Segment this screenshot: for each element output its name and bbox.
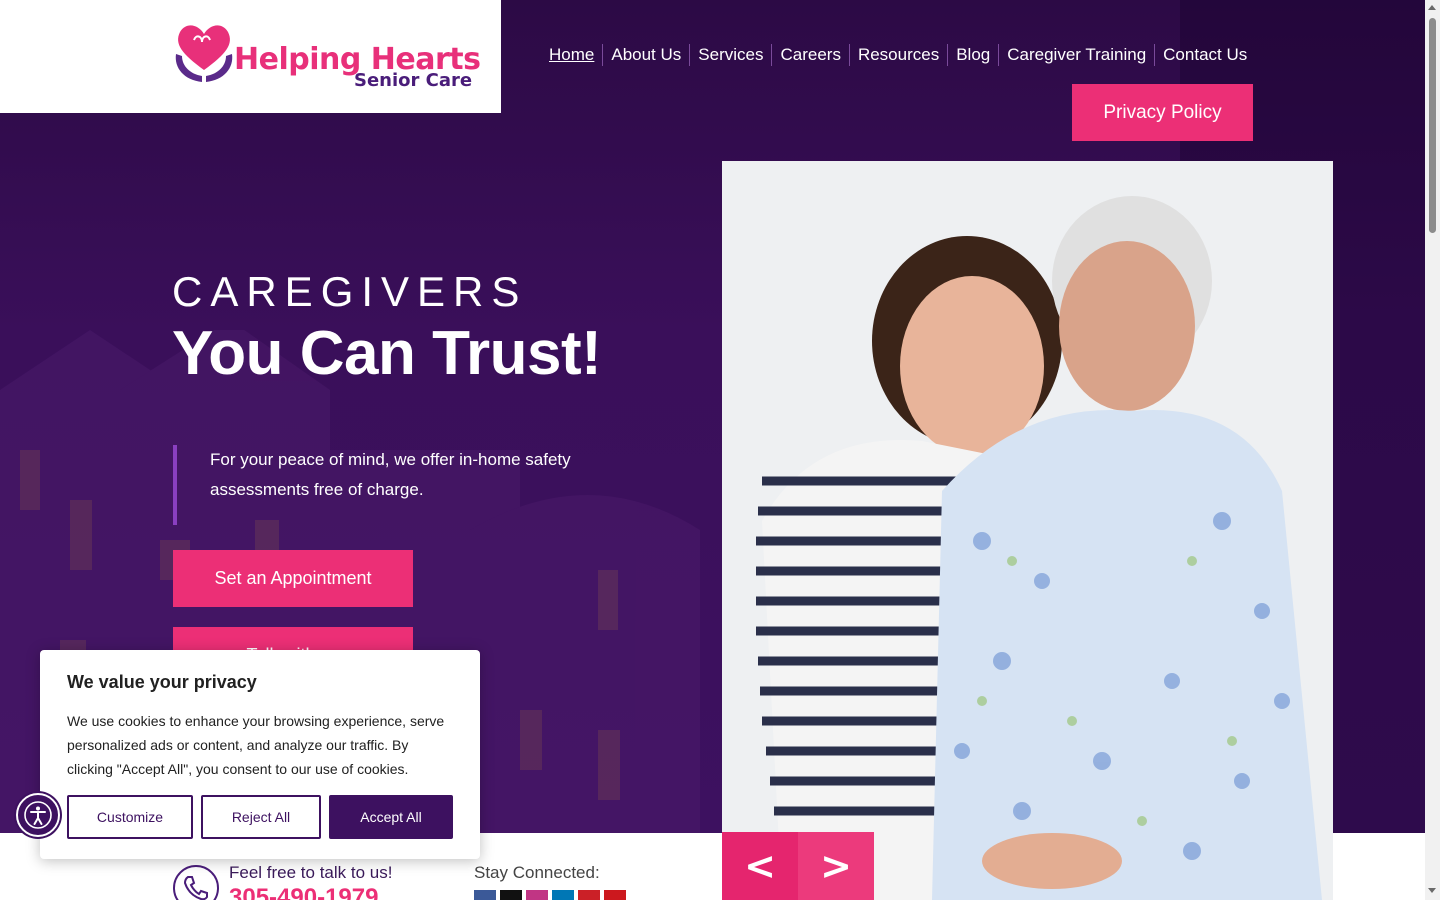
slider-next-button[interactable]: > <box>798 832 874 900</box>
cookie-actions: Customize Reject All Accept All <box>67 795 453 839</box>
scrollbar-thumb[interactable] <box>1429 18 1436 233</box>
accessibility-icon <box>24 801 52 829</box>
hero-photo-caregiver-senior <box>722 161 1333 900</box>
talk-label: Feel free to talk to us! <box>229 863 393 882</box>
social-links <box>474 890 626 900</box>
chevron-left-icon: < <box>744 844 776 888</box>
hero-headline: You Can Trust! <box>172 319 602 388</box>
hero-kicker: CAREGIVERS <box>172 268 528 315</box>
nav-item-caregiver-training[interactable]: Caregiver Training <box>998 44 1154 66</box>
nav-item-careers[interactable]: Careers <box>771 44 848 66</box>
logo-subtitle: Senior Care <box>354 70 473 91</box>
nav-item-contact-us[interactable]: Contact Us <box>1154 44 1247 66</box>
cookie-accept-all-button[interactable]: Accept All <box>329 795 453 839</box>
scroll-down-arrow-icon[interactable] <box>1428 888 1436 893</box>
instagram-icon[interactable] <box>526 890 548 900</box>
heart-hands-icon <box>175 25 233 82</box>
cookie-title: We value your privacy <box>67 672 257 692</box>
cookie-reject-all-button[interactable]: Reject All <box>201 795 321 839</box>
chevron-right-icon: > <box>820 844 852 888</box>
hero-quote: For your peace of mind, we offer in-home… <box>173 445 603 525</box>
page: Helping Hearts Senior Care Home About Us… <box>0 0 1425 900</box>
phone-glyph <box>183 876 208 900</box>
nav-item-home[interactable]: Home <box>549 44 602 66</box>
linkedin-icon[interactable] <box>552 890 574 900</box>
set-appointment-button[interactable]: Set an Appointment <box>173 550 413 607</box>
pinterest-icon[interactable] <box>578 890 600 900</box>
x-icon[interactable] <box>500 890 522 900</box>
nav-item-resources[interactable]: Resources <box>848 44 947 66</box>
stay-connected-label: Stay Connected: <box>474 863 600 882</box>
main-nav: Home About Us Services Careers Resources… <box>549 44 1247 66</box>
phone-number-link[interactable]: 305-490-1979 <box>229 884 378 900</box>
facebook-icon[interactable] <box>474 890 496 900</box>
scroll-up-arrow-icon[interactable] <box>1428 5 1436 10</box>
nav-item-about-us[interactable]: About Us <box>602 44 689 66</box>
youtube-icon[interactable] <box>604 890 626 900</box>
hero-quote-text: For your peace of mind, we offer in-home… <box>210 450 571 499</box>
phone-icon <box>173 865 219 900</box>
privacy-policy-button[interactable]: Privacy Policy <box>1072 84 1253 141</box>
cookie-consent-dialog: We value your privacy We use cookies to … <box>40 650 480 859</box>
logo-container[interactable]: Helping Hearts Senior Care <box>0 0 501 113</box>
cookie-body: We use cookies to enhance your browsing … <box>67 713 445 777</box>
nav-item-blog[interactable]: Blog <box>947 44 998 66</box>
page-scrollbar[interactable] <box>1425 0 1440 900</box>
accessibility-button[interactable] <box>16 793 60 837</box>
hero-photo-illustration <box>722 161 1333 900</box>
logo[interactable]: Helping Hearts Senior Care <box>172 20 481 92</box>
nav-item-services[interactable]: Services <box>689 44 771 66</box>
slider-prev-button[interactable]: < <box>722 832 798 900</box>
cookie-customize-button[interactable]: Customize <box>67 795 193 839</box>
